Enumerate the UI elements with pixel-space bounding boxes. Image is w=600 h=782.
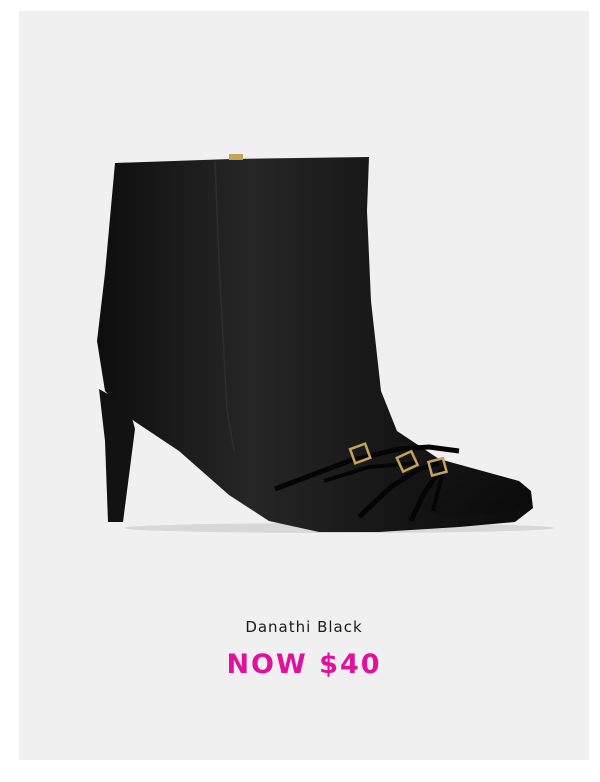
product-name[interactable]: Danathi Black: [19, 618, 589, 636]
product-card[interactable]: Danathi Black NOW $40: [19, 11, 589, 760]
boot-image-icon: [97, 154, 554, 533]
sale-price: NOW $40: [226, 649, 382, 680]
product-image[interactable]: [19, 11, 589, 611]
